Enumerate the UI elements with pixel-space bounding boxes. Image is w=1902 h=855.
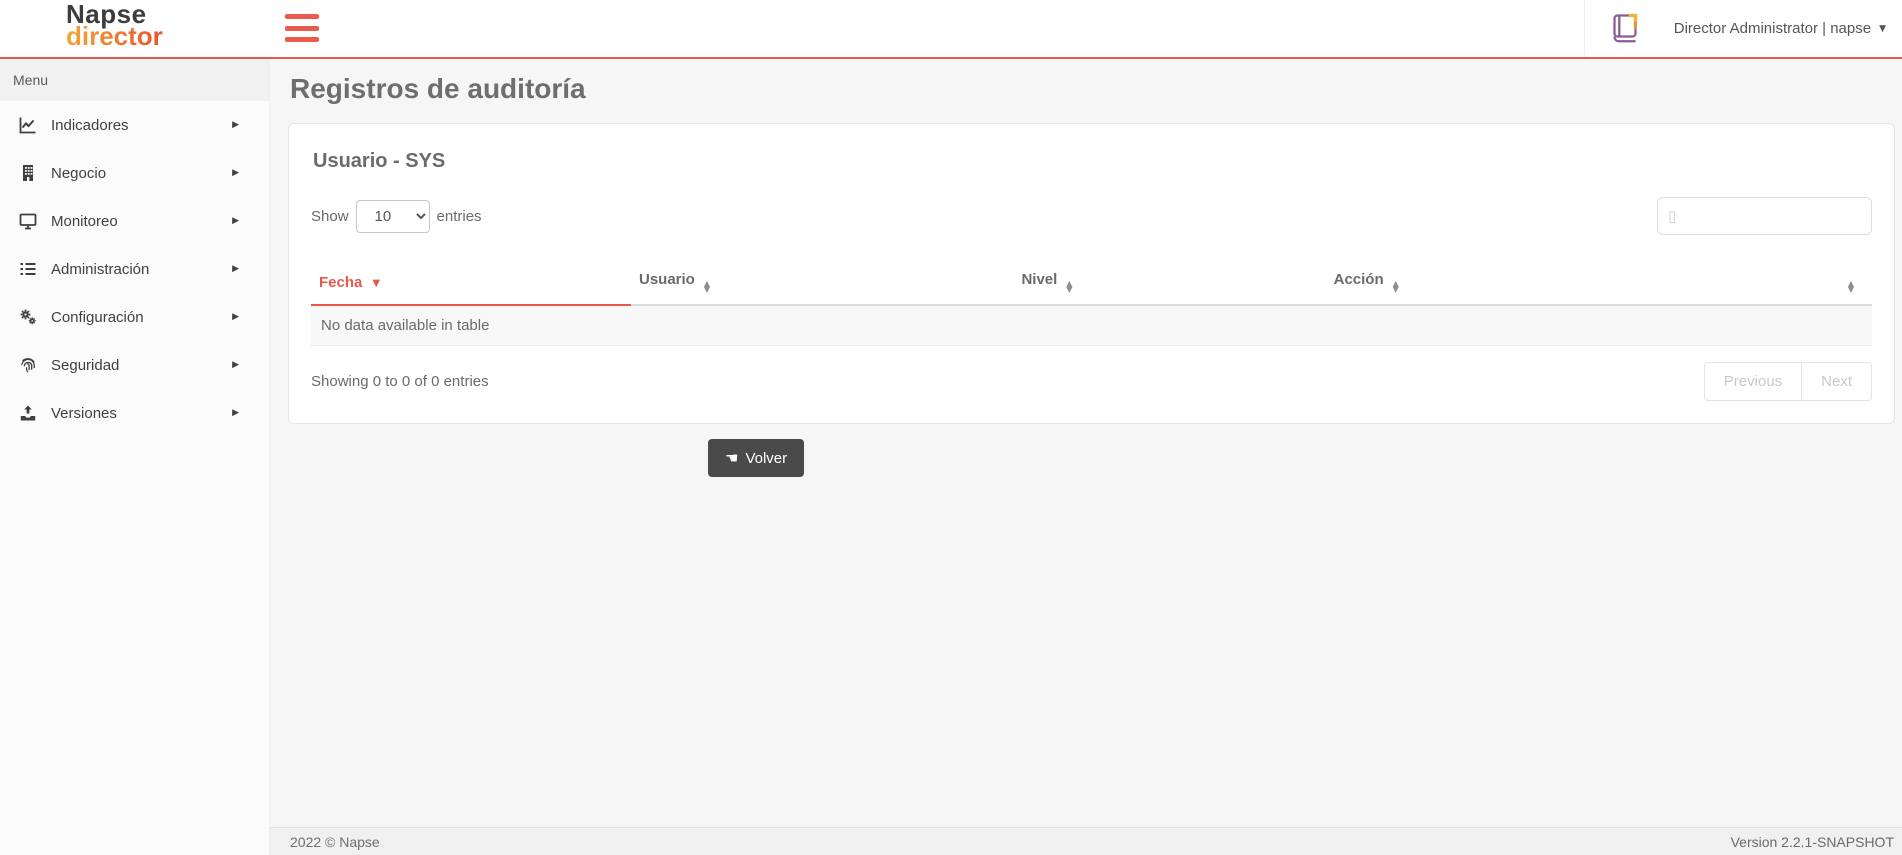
chevron-right-icon: ▶ [232,312,239,322]
app-window: Napse director Director Administrator | … [0,0,1902,855]
sidebar-item-seguridad[interactable]: Seguridad ▶ [0,341,269,389]
sidebar-item-monitoreo[interactable]: Monitoreo ▶ [0,197,269,245]
upload-icon [19,404,37,422]
sidebar-item-administracion[interactable]: Administración ▶ [0,245,269,293]
table-empty-row: No data available in table [311,305,1872,346]
volver-row: ☚ Volver [288,439,1895,477]
sidebar-item-configuracion[interactable]: Configuración ▶ [0,293,269,341]
chevron-right-icon: ▶ [232,168,239,178]
table-info: Showing 0 to 0 of 0 entries [311,373,489,390]
page-length-select[interactable]: 10 [355,199,430,233]
column-label: Fecha [319,273,363,291]
column-header-extra[interactable]: ▲ ▼ [1793,259,1872,306]
column-label: Nivel [1021,271,1058,288]
previous-button[interactable]: Previous [1703,362,1803,401]
audit-book-icon[interactable] [1583,0,1666,57]
list-icon [19,260,37,278]
sidebar-item-label: Negocio [51,164,107,182]
copyright-text: 2022 © Napse [290,833,380,850]
header-right-area: Director Administrator | napse ▼ [1583,0,1902,57]
gears-icon [19,308,37,326]
table-footer: Showing 0 to 0 of 0 entries Previous Nex… [311,362,1872,401]
sidebar-item-indicadores[interactable]: Indicadores ▶ [0,101,269,149]
sidebar-menu-header: Menu [0,59,269,101]
hamburger-menu-icon[interactable] [285,14,319,42]
sort-icon: ▲ ▼ [1847,279,1854,294]
column-label: Acción [1333,271,1384,288]
sidebar-item-label: Monitoreo [51,212,118,230]
card-title: Usuario - SYS [313,150,446,172]
building-icon [19,164,37,182]
next-button[interactable]: Next [1801,362,1872,401]
main-content: Registros de auditoría Usuario - SYS Sho… [270,59,1902,827]
sidebar: Menu Indicadores ▶ Negocio ▶ Monitoreo ▶ [0,59,270,855]
version-text: Version 2.2.1-SNAPSHOT [1730,833,1894,850]
volver-label: Volver [745,449,788,467]
volver-button[interactable]: ☚ Volver [708,439,805,477]
chevron-right-icon: ▶ [232,120,239,130]
page-title: Registros de auditoría [290,73,586,104]
show-label: Show [311,207,349,225]
sort-icon: ▲ ▼ [1392,279,1399,294]
table-header-row: Fecha ▼ Usuario ▲ ▼ Nivel ▲ ▼ Acción ▲ ▼ ▲ ▼ [311,259,1872,306]
chevron-right-icon: ▶ [232,216,239,226]
search-input[interactable] [1657,197,1872,235]
sort-icon: ▲ ▼ [703,279,711,294]
sort-desc-icon: ▼ [372,277,381,289]
page-footer: 2022 © Napse Version 2.2.1-SNAPSHOT [270,827,1902,855]
empty-message: No data available in table [311,305,1872,346]
audit-card: Usuario - SYS Show 10 entries Fecha ▼ [288,123,1895,424]
sidebar-item-negocio[interactable]: Negocio ▶ [0,149,269,197]
user-dropdown-label: Director Administrator | napse [1673,20,1872,37]
sidebar-item-label: Indicadores [51,116,129,134]
sidebar-item-label: Administración [51,260,150,278]
fingerprint-icon [19,356,37,374]
chevron-right-icon: ▶ [232,408,239,418]
user-dropdown[interactable]: Director Administrator | napse ▼ [1666,0,1902,57]
monitor-icon [19,212,37,230]
column-header-nivel[interactable]: Nivel ▲ ▼ [1013,259,1326,306]
pagination: Previous Next [1703,362,1872,401]
sidebar-item-label: Seguridad [51,356,120,374]
book-icon [1613,13,1638,42]
chevron-right-icon: ▶ [232,264,239,274]
top-header: Napse director Director Administrator | … [0,0,1902,59]
chevron-down-icon: ▼ [1879,23,1886,34]
napse-director-logo: Napse director [66,1,163,51]
column-label: Usuario [639,271,695,288]
logo-text-director: director [66,21,163,51]
column-header-accion[interactable]: Acción ▲ ▼ [1325,259,1794,306]
sidebar-item-label: Configuración [51,308,144,326]
column-header-usuario[interactable]: Usuario ▲ ▼ [631,259,1014,306]
sort-icon: ▲ ▼ [1066,279,1073,294]
table-controls: Show 10 entries [311,197,1872,235]
sidebar-item-versiones[interactable]: Versiones ▶ [0,389,269,437]
audit-table: Fecha ▼ Usuario ▲ ▼ Nivel ▲ ▼ Acción ▲ ▼ ▲ ▼ [311,259,1872,346]
column-header-fecha[interactable]: Fecha ▼ [311,259,631,306]
entries-label: entries [436,207,482,225]
chevron-right-icon: ▶ [232,360,239,370]
sidebar-item-label: Versiones [51,404,117,422]
hand-point-left-icon: ☚ [725,449,739,467]
chart-line-icon [19,116,37,134]
